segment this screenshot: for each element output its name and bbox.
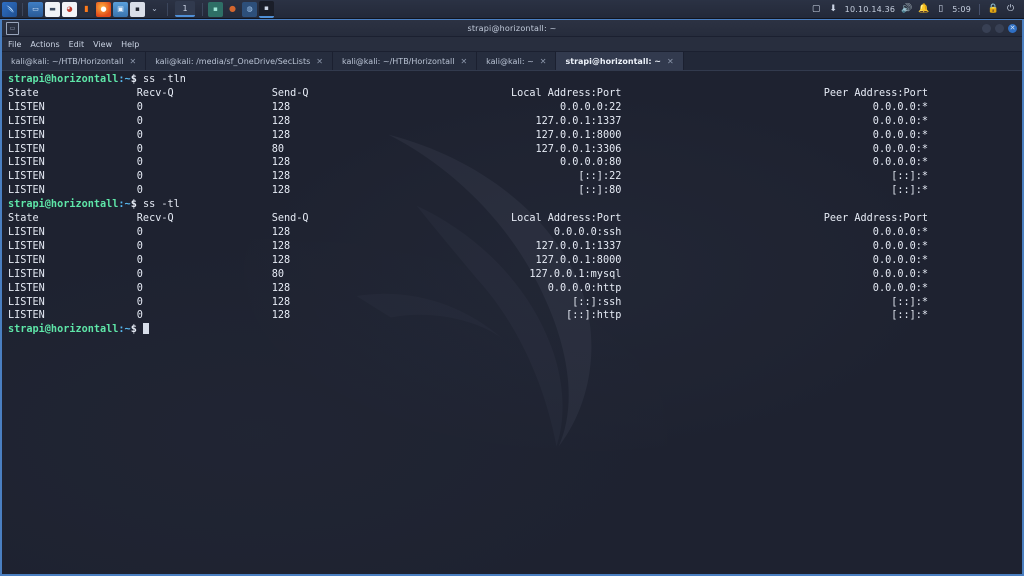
panel-divider-3 (202, 2, 203, 16)
terminal-tab-1[interactable]: kali@kali: ~/HTB/Horizontall ✕ (2, 52, 147, 70)
menu-file[interactable]: File (8, 40, 21, 49)
close-icon[interactable]: ✕ (460, 57, 467, 66)
panel-left-group: ▭ ▬ ◕ ▮ ● ▣ ▪ ⌄ 1 ▪ ● ◍ ▪ (0, 0, 275, 18)
battery-icon[interactable]: ▯ (934, 2, 947, 16)
close-icon[interactable]: ✕ (667, 57, 674, 66)
power-icon[interactable]: ⏻ (1004, 2, 1017, 16)
files-icon[interactable]: ▬ (45, 1, 60, 17)
window-button-firefox[interactable]: ● (225, 2, 240, 17)
text-editor-icon[interactable]: ◕ (62, 1, 77, 17)
top-panel: ▭ ▬ ◕ ▮ ● ▣ ▪ ⌄ 1 ▪ ● ◍ ▪ ▢ ⬇ 10.10.14.3… (0, 0, 1024, 19)
speaker-icon[interactable]: 🔊 (900, 2, 913, 16)
window-titlebar[interactable]: ▭ strapi@horizontall: ~ ✕ (2, 20, 1022, 37)
kali-dragon-icon[interactable] (2, 1, 17, 17)
bell-icon[interactable]: 🔔 (917, 2, 930, 16)
terminal-icon[interactable]: ▭ (28, 1, 43, 17)
clock[interactable]: 5:09 (952, 5, 971, 14)
terminal-window: ▭ strapi@horizontall: ~ ✕ File Actions E… (0, 18, 1024, 576)
terminal-content-area[interactable]: strapi@horizontall:~$ ss -tln State Recv… (2, 71, 1022, 574)
close-icon[interactable]: ✕ (316, 57, 323, 66)
tab-label: kali@kali: ~/HTB/Horizontall (341, 56, 455, 66)
tab-bar: kali@kali: ~/HTB/Horizontall ✕ kali@kali… (2, 52, 1022, 71)
screen-icon[interactable]: ▢ (810, 2, 823, 16)
tab-label: kali@kali: /media/sf_OneDrive/SecLists (155, 56, 311, 66)
workspace-switcher-1[interactable]: 1 (175, 1, 195, 17)
close-icon[interactable]: ✕ (129, 57, 136, 66)
firefox-icon[interactable]: ● (96, 1, 111, 17)
tab-label: kali@kali: ~ (486, 56, 534, 66)
terminal-tab-3[interactable]: kali@kali: ~/HTB/Horizontall ✕ (332, 52, 478, 70)
burpsuite-icon[interactable]: ▮ (79, 1, 94, 17)
window-button-active-terminal[interactable]: ▪ (259, 0, 274, 18)
panel-divider-1 (22, 2, 23, 16)
window-button-terminal[interactable]: ▪ (208, 1, 223, 17)
virtualbox-icon[interactable]: ▣ (113, 1, 128, 17)
terminal-tab-4[interactable]: kali@kali: ~ ✕ (477, 52, 557, 70)
window-title: strapi@horizontall: ~ (467, 23, 557, 33)
terminal-tab-5-active[interactable]: strapi@horizontall: ~ ✕ (556, 52, 684, 70)
menu-view[interactable]: View (93, 40, 112, 49)
system-tray: ▢ ⬇ 10.10.14.36 🔊 🔔 ▯ 5:09 🔒 ⏻ (808, 0, 1024, 18)
tab-label: kali@kali: ~/HTB/Horizontall (11, 56, 124, 66)
menubar: File Actions Edit View Help (2, 37, 1022, 52)
chevron-down-icon[interactable]: ⌄ (147, 2, 162, 17)
lock-icon[interactable]: 🔒 (987, 2, 1000, 16)
menu-edit[interactable]: Edit (69, 40, 85, 49)
menu-help[interactable]: Help (121, 40, 139, 49)
panel-divider-2 (167, 2, 168, 16)
tray-divider (979, 3, 980, 15)
window-button-browser[interactable]: ◍ (242, 1, 257, 17)
openvpn-icon[interactable]: ⬇ (827, 2, 840, 16)
tab-label: strapi@horizontall: ~ (565, 56, 662, 66)
menu-actions[interactable]: Actions (30, 40, 59, 49)
terminal-dark-icon[interactable]: ▪ (130, 1, 145, 17)
close-icon[interactable]: ✕ (540, 57, 547, 66)
terminal-screen-text: strapi@horizontall:~$ ss -tln State Recv… (8, 74, 929, 336)
vpn-ip-address: 10.10.14.36 (844, 4, 896, 14)
terminal-tab-2[interactable]: kali@kali: /media/sf_OneDrive/SecLists ✕ (146, 52, 333, 70)
